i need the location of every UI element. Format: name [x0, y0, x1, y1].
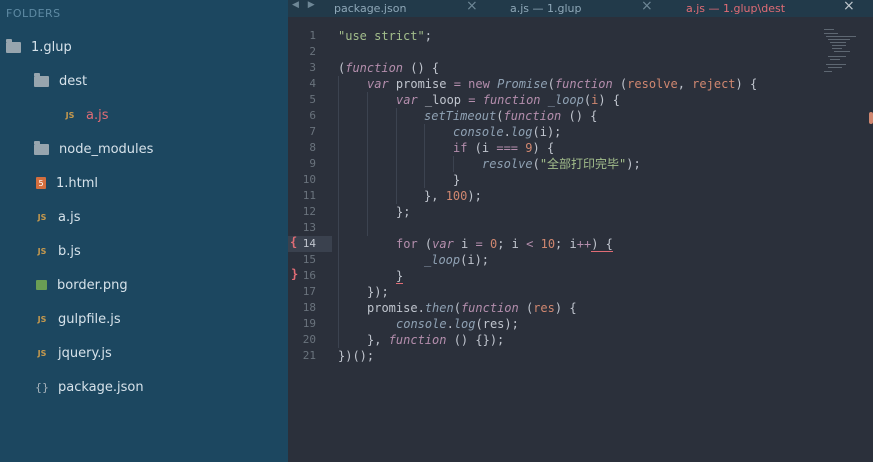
line-number: 8	[309, 141, 316, 154]
folder-open-icon	[34, 72, 49, 87]
sidebar-item-1glup[interactable]: 1.glup	[6, 37, 72, 57]
sidebar: FOLDERS 1.glup dest JS a.js node_modules…	[0, 0, 288, 462]
line-number: 4	[309, 77, 316, 90]
sidebar-item-label: a.js	[58, 209, 81, 225]
js-file-icon: JS	[37, 314, 47, 324]
line-number: 3	[309, 61, 316, 74]
indent-guide	[367, 92, 368, 236]
code-line-4: var promise = new Promise(function (reso…	[367, 77, 758, 91]
tab-nav: ◀ ▶	[292, 0, 315, 10]
indent-guide	[396, 108, 397, 204]
image-file-icon	[36, 280, 47, 290]
close-icon[interactable]: ×	[466, 0, 478, 14]
sidebar-item-gulpfile[interactable]: JS gulpfile.js	[36, 309, 121, 329]
editor-window: FOLDERS 1.glup dest JS a.js node_modules…	[0, 0, 873, 462]
sidebar-item-label: gulpfile.js	[58, 311, 121, 327]
code-line-21: })();	[338, 349, 375, 363]
tab-next-icon[interactable]: ▶	[308, 0, 315, 10]
close-icon[interactable]: ×	[641, 0, 653, 14]
code-line-9: resolve("全部打印完毕");	[482, 157, 641, 171]
sidebar-item-label: a.js	[86, 107, 109, 123]
code-line-1: "use strict";	[338, 29, 432, 43]
line-number: 20	[302, 333, 316, 346]
sidebar-header: FOLDERS	[6, 7, 61, 20]
sidebar-item-dest[interactable]: dest	[34, 71, 87, 91]
code-line-14: for (var i = 0; i < 10; i++) {	[396, 237, 613, 252]
tab-label: package.json	[334, 2, 407, 15]
sidebar-item-jquery[interactable]: JS jquery.js	[36, 343, 112, 363]
line-number: 5	[309, 93, 316, 106]
line-number: 9	[309, 157, 316, 170]
sidebar-item-label: dest	[59, 73, 88, 89]
code-line-10: }	[453, 173, 461, 187]
js-file-icon: JS	[37, 348, 47, 358]
bracket-open-marker: {	[290, 235, 298, 249]
tab-prev-icon[interactable]: ◀	[292, 0, 299, 10]
sidebar-item-bjs[interactable]: JS b.js	[36, 241, 81, 261]
code-line-5: var _loop = function _loop(i) {	[396, 93, 621, 107]
line-number: 15	[302, 253, 316, 266]
line-number: 13	[302, 221, 316, 234]
sidebar-item-ajs[interactable]: JS a.js	[36, 207, 81, 227]
close-icon[interactable]: ×	[843, 0, 855, 14]
code-line-7: console.log(i);	[453, 125, 562, 139]
tab-ajs-1glup[interactable]: a.js — 1.glup ×	[510, 0, 660, 17]
sidebar-item-label: border.png	[57, 277, 128, 293]
code-line-6: setTimeout(function () {	[424, 109, 598, 123]
sidebar-item-label: node_modules	[59, 141, 154, 157]
line-number: 1	[309, 29, 316, 42]
folder-icon	[34, 140, 49, 155]
line-number: 11	[302, 189, 316, 202]
line-number: 12	[302, 205, 316, 218]
line-number: 7	[309, 125, 316, 138]
json-file-icon: {}	[35, 380, 49, 394]
sidebar-item-node-modules[interactable]: node_modules	[34, 139, 153, 159]
js-file-icon: JS	[65, 110, 75, 120]
sidebar-item-label: package.json	[58, 379, 144, 395]
indent-guide	[338, 76, 339, 348]
code-line-20: }, function () {});	[367, 333, 505, 347]
sidebar-item-package-json[interactable]: {} package.json	[35, 377, 144, 397]
code-line-8: if (i === 9) {	[453, 141, 555, 155]
code-line-19: console.log(res);	[396, 317, 519, 331]
sidebar-item-1html[interactable]: 5 1.html	[36, 173, 98, 193]
tab-ajs-dest[interactable]: a.js — 1.glup\dest ×	[686, 0, 866, 17]
code-line-17: });	[367, 285, 389, 299]
line-number: 18	[302, 301, 316, 314]
tab-label: a.js — 1.glup\dest	[686, 2, 786, 15]
code-line-3: (function () {	[338, 61, 440, 75]
minimap[interactable]	[822, 28, 862, 73]
sidebar-item-label: 1.glup	[31, 39, 72, 55]
sidebar-item-label: 1.html	[56, 175, 99, 191]
line-number: 2	[309, 45, 316, 58]
line-number: 17	[302, 285, 316, 298]
indent-guide	[424, 124, 425, 188]
folder-open-icon	[6, 38, 21, 53]
sidebar-item-border-png[interactable]: border.png	[36, 275, 128, 295]
html-file-icon: 5	[36, 177, 46, 189]
code-line-11: }, 100);	[424, 189, 482, 203]
scrollbar-marker[interactable]	[869, 112, 873, 124]
code-line-15: _loop(i);	[424, 253, 490, 267]
line-number: 6	[309, 109, 316, 122]
tab-label: a.js — 1.glup	[510, 2, 582, 15]
bracket-close-marker: }	[291, 267, 299, 281]
code-line-12: };	[396, 205, 411, 219]
line-number: 21	[302, 349, 316, 362]
js-file-icon: JS	[37, 212, 47, 222]
js-file-icon: JS	[37, 246, 47, 256]
indent-guide	[453, 156, 454, 172]
tab-package-json[interactable]: package.json ×	[334, 0, 484, 17]
line-number: 19	[302, 317, 316, 330]
sidebar-item-label: b.js	[58, 243, 81, 259]
sidebar-item-dest-ajs[interactable]: JS a.js	[64, 105, 109, 125]
sidebar-item-label: jquery.js	[58, 345, 112, 361]
code-line-18: promise.then(function (res) {	[367, 301, 577, 315]
line-number: 10	[302, 173, 316, 186]
code-line-16: }	[396, 269, 404, 284]
